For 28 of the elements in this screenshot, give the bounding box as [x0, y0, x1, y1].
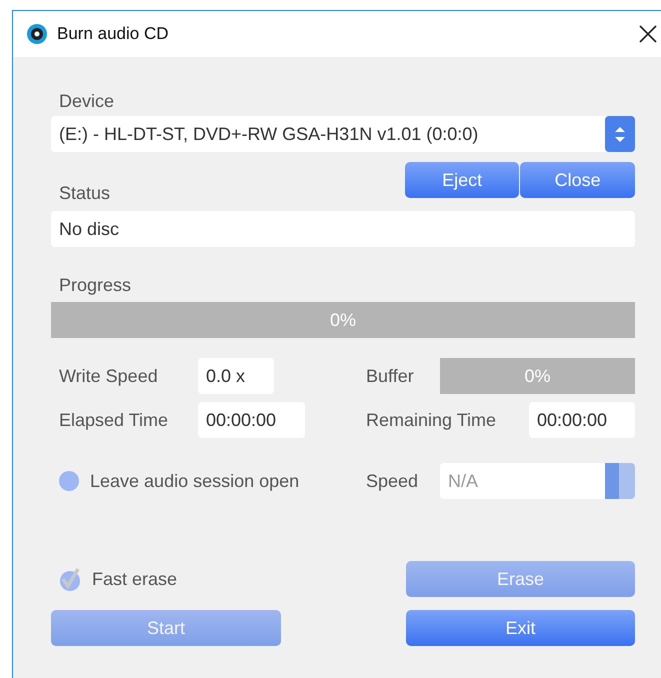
option-label: Leave audio session open [90, 470, 300, 492]
option-label: Fast erase [92, 568, 178, 590]
field-label: Device [58, 90, 116, 113]
disc-icon [26, 23, 48, 45]
device-dropdown[interactable]: (E:) - HL-DT-ST, DVD+-RW GSA-H31N v1.01 (0:0:0) [51, 116, 635, 152]
field-label: Remaining Time [366, 409, 498, 432]
window-title: Burn audio CD [57, 24, 169, 44]
status-field: No disc [51, 211, 635, 247]
write-speed-field: 0.0 x [198, 358, 274, 394]
exit-button[interactable]: Exit [406, 610, 635, 646]
radio-button[interactable] [58, 470, 80, 492]
close-button[interactable]: Close [520, 162, 635, 198]
checkbox[interactable] [58, 566, 82, 592]
field-label: Speed [366, 470, 420, 493]
spinner-icon [605, 116, 635, 152]
progress-bar: 0% [51, 302, 635, 338]
field-label: Buffer [366, 365, 415, 388]
field-label: Progress [58, 274, 132, 297]
close-icon[interactable] [637, 23, 659, 45]
elapsed-time-field: 00:00:00 [198, 402, 305, 438]
field-label: Write Speed [58, 365, 159, 388]
speed-field[interactable]: N/A [440, 463, 635, 499]
field-label: Status [58, 182, 112, 205]
remaining-time-field: 00:00:00 [529, 402, 635, 438]
eject-button[interactable]: Eject [404, 162, 520, 198]
buffer-bar: 0% [440, 358, 635, 394]
field-label: Elapsed Time [58, 409, 170, 432]
spin-handle[interactable] [605, 463, 635, 499]
